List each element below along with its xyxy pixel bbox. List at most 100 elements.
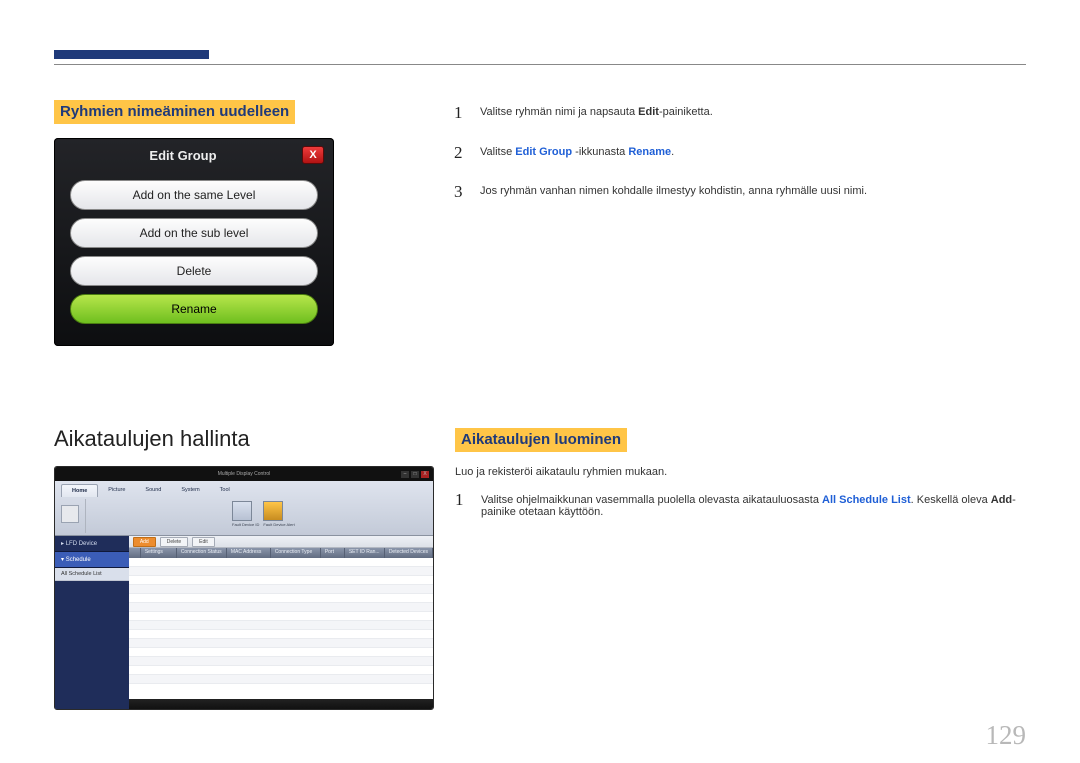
window-controls: – □ X: [401, 471, 429, 478]
add-sub-level-button[interactable]: Add on the sub level: [70, 218, 318, 248]
ribbon-item[interactable]: Fault Device ID: [232, 501, 259, 527]
tab-tool[interactable]: Tool: [210, 484, 240, 497]
step: 1 Valitse ryhmän nimi ja napsauta Edit-p…: [454, 100, 1026, 126]
table-row: [129, 567, 433, 576]
table-row: [129, 648, 433, 657]
table-row: [129, 639, 433, 648]
mdc-content: Add Delete Edit Settings Connection Stat…: [129, 536, 433, 709]
step-bold-blue: Edit Group: [515, 146, 572, 158]
col-blank: [129, 548, 141, 558]
edit-group-titlebar: Edit Group X: [54, 138, 334, 172]
step-text: -ikkunasta: [572, 146, 628, 158]
table-row: [129, 630, 433, 639]
table-row: [129, 576, 433, 585]
status-bar: [129, 699, 433, 709]
rename-button[interactable]: Rename: [70, 294, 318, 324]
step: 1 Valitse ohjelmaikkunan vasemmalla puol…: [455, 490, 1026, 518]
col-settings[interactable]: Settings: [141, 548, 177, 558]
col-mac[interactable]: MAC Address: [227, 548, 271, 558]
step-body: Valitse Edit Group -ikkunasta Rename.: [480, 140, 1026, 166]
edit-group-title: Edit Group: [64, 148, 302, 163]
delete-button[interactable]: Delete: [160, 537, 188, 547]
step-number: 2: [454, 140, 466, 166]
sidebar-item-schedule[interactable]: ▾ Schedule: [55, 552, 129, 568]
add-button[interactable]: Add: [133, 537, 156, 547]
section2-heading-right: Aikataulujen luominen: [455, 428, 627, 452]
add-same-level-button[interactable]: Add on the same Level: [70, 180, 318, 210]
ribbon-icons: Fault Device ID Fault Device Alert: [92, 501, 295, 527]
table-row: [129, 657, 433, 666]
section2-desc: Luo ja rekisteröi aikataulu ryhmien muka…: [455, 466, 1026, 478]
ribbon-separator: [85, 499, 86, 533]
minimize-button[interactable]: –: [401, 471, 409, 478]
grid-rows: [129, 558, 433, 699]
ribbon-group: [61, 505, 79, 533]
col-connection-status[interactable]: Connection Status: [177, 548, 227, 558]
section1-steps: 1 Valitse ryhmän nimi ja napsauta Edit-p…: [454, 100, 1026, 219]
step-text: Valitse: [480, 146, 515, 158]
ribbon-body: Fault Device ID Fault Device Alert: [55, 497, 433, 535]
table-row: [129, 594, 433, 603]
header-accent-bar: [54, 50, 209, 59]
step-bold-blue: Rename: [628, 146, 671, 158]
step-body: Valitse ryhmän nimi ja napsauta Edit-pai…: [480, 100, 1026, 126]
col-conn-type[interactable]: Connection Type: [271, 548, 321, 558]
ribbon-label: Fault Device ID: [232, 521, 259, 527]
col-detected[interactable]: Detected Devices: [385, 548, 433, 558]
step-text: Valitse ryhmän nimi ja napsauta: [480, 106, 638, 118]
delete-button[interactable]: Delete: [70, 256, 318, 286]
close-button[interactable]: X: [421, 471, 429, 478]
step-bold: Add: [991, 494, 1012, 506]
mdc-tabs: Home Picture Sound System Tool: [55, 481, 433, 497]
section1-heading: Ryhmien nimeäminen uudelleen: [54, 100, 295, 124]
mdc-window: Multiple Display Control – □ X Home Pict…: [54, 466, 434, 710]
table-row: [129, 621, 433, 630]
step-text: . Keskellä oleva: [911, 494, 991, 506]
col-port[interactable]: Port: [321, 548, 345, 558]
tab-system[interactable]: System: [171, 484, 209, 497]
step-text: -painiketta.: [659, 106, 713, 118]
grid-header: Settings Connection Status MAC Address C…: [129, 548, 433, 558]
table-row: [129, 603, 433, 612]
table-row: [129, 675, 433, 684]
header-rule: [54, 64, 1026, 65]
sidebar-item-lfd[interactable]: ▸ LFD Device: [55, 536, 129, 552]
fault-device-alert-icon: [263, 501, 283, 521]
table-row: [129, 558, 433, 567]
step-text: Valitse ohjelmaikkunan vasemmalla puolel…: [481, 494, 822, 506]
fault-device-id-icon: [232, 501, 252, 521]
step-body: Valitse ohjelmaikkunan vasemmalla puolel…: [481, 490, 1026, 518]
tab-picture[interactable]: Picture: [98, 484, 135, 497]
step-number: 1: [454, 100, 466, 126]
step-bold-blue: All Schedule List: [822, 494, 911, 506]
step-text: .: [671, 146, 674, 158]
mdc-sidebar: ▸ LFD Device ▾ Schedule All Schedule Lis…: [55, 536, 129, 709]
step-number: 3: [454, 179, 466, 205]
mdc-title: Multiple Display Control: [218, 471, 271, 477]
mdc-main: ▸ LFD Device ▾ Schedule All Schedule Lis…: [55, 536, 433, 709]
step-text: Jos ryhmän vanhan nimen kohdalle ilmesty…: [480, 185, 867, 197]
edit-group-dialog: Edit Group X Add on the same Level Add o…: [54, 138, 334, 346]
sidebar-label: LFD Device: [66, 541, 97, 547]
mdc-toolbar: Add Delete Edit: [129, 536, 433, 548]
col-setid[interactable]: SET ID Ran...: [345, 548, 385, 558]
mdc-ribbon: Home Picture Sound System Tool Fault Dev…: [55, 481, 433, 536]
step: 3 Jos ryhmän vanhan nimen kohdalle ilmes…: [454, 179, 1026, 205]
page-number: 129: [986, 720, 1027, 751]
mdc-titlebar: Multiple Display Control – □ X: [55, 467, 433, 481]
tab-sound[interactable]: Sound: [135, 484, 171, 497]
step-body: Jos ryhmän vanhan nimen kohdalle ilmesty…: [480, 179, 1026, 205]
edit-button[interactable]: Edit: [192, 537, 215, 547]
ribbon-label: Fault Device Alert: [263, 521, 294, 527]
step-number: 1: [455, 490, 467, 518]
close-button[interactable]: X: [302, 146, 324, 164]
tab-home[interactable]: Home: [61, 484, 98, 497]
sidebar-fill: [55, 581, 129, 709]
maximize-button[interactable]: □: [411, 471, 419, 478]
sidebar-sub-all-schedule[interactable]: All Schedule List: [55, 568, 129, 581]
ribbon-icon[interactable]: [61, 505, 79, 523]
step: 2 Valitse Edit Group -ikkunasta Rename.: [454, 140, 1026, 166]
step-bold: Edit: [638, 106, 659, 118]
ribbon-item[interactable]: Fault Device Alert: [263, 501, 294, 527]
table-row: [129, 666, 433, 675]
